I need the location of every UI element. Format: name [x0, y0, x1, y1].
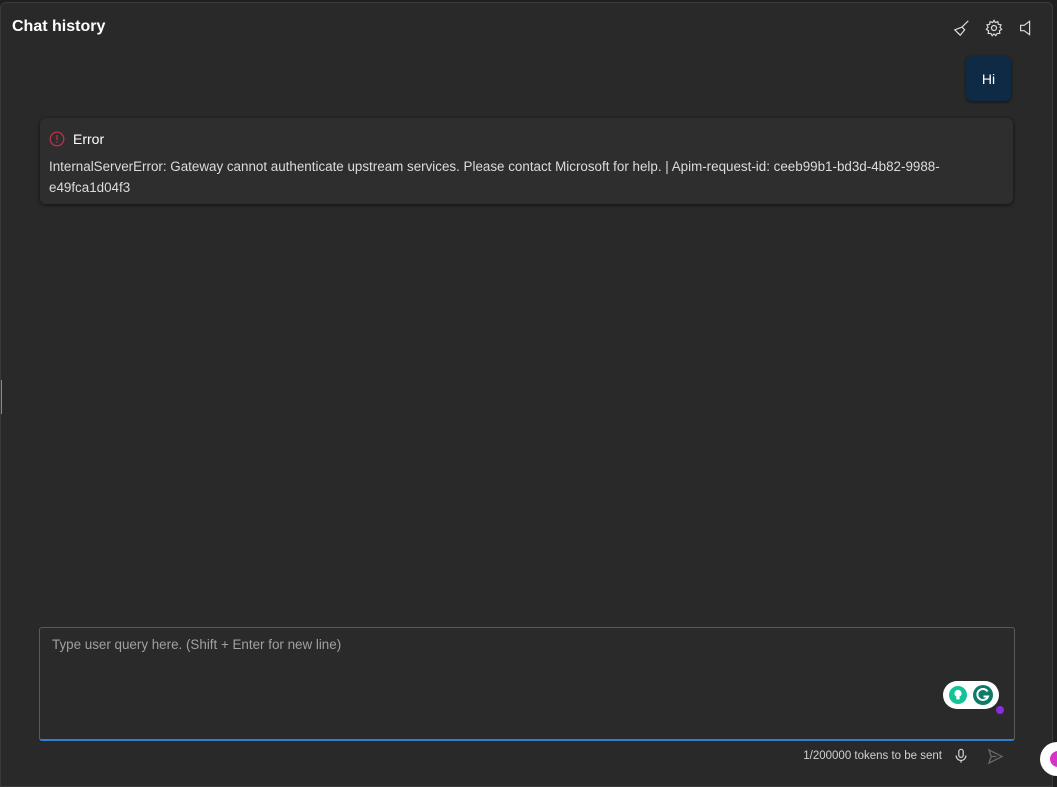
composer-footer: 1/200000 tokens to be sent	[803, 747, 1004, 765]
grammarly-status-dot	[996, 706, 1004, 714]
page-title: Chat history	[12, 18, 106, 35]
chat-panel: Chat history Hi Error InternalServerErro…	[0, 2, 1053, 787]
send-button[interactable]	[986, 747, 1004, 765]
error-title: Error	[73, 131, 105, 147]
settings-button[interactable]	[984, 17, 1004, 39]
user-message-text: Hi	[981, 70, 996, 87]
speaker-icon	[1020, 20, 1031, 36]
user-message-bubble: Hi	[966, 56, 1011, 101]
speaker-button[interactable]	[1016, 17, 1036, 39]
resize-handle[interactable]	[1, 380, 2, 414]
error-message-card: Error InternalServerError: Gateway canno…	[40, 118, 1013, 204]
grammarly-widget[interactable]	[943, 681, 999, 709]
send-icon	[987, 748, 1003, 764]
microphone-icon	[955, 748, 967, 763]
lightbulb-icon	[949, 686, 967, 704]
error-header: Error	[49, 130, 1003, 148]
clear-chat-button[interactable]	[952, 17, 972, 39]
query-composer	[39, 627, 1015, 741]
error-message-text: InternalServerError: Gateway cannot auth…	[49, 159, 940, 195]
broom-icon	[953, 20, 969, 37]
chat-toolbar	[952, 17, 1036, 39]
error-icon	[49, 131, 65, 147]
microphone-button[interactable]	[952, 747, 970, 765]
token-counter: 1/200000 tokens to be sent	[803, 750, 942, 762]
grammarly-icon	[973, 685, 993, 705]
assistant-icon	[1050, 751, 1057, 767]
query-input[interactable]	[40, 628, 1014, 739]
gear-icon	[985, 19, 1003, 37]
